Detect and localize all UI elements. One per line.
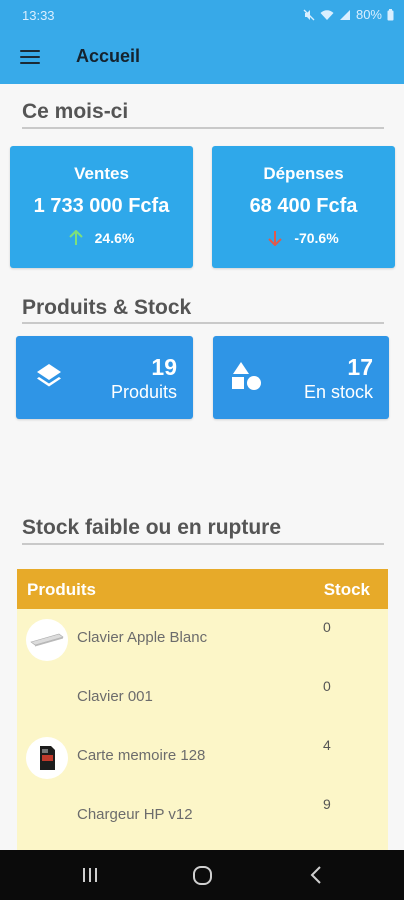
wifi-icon [320,9,334,20]
table-row[interactable]: Clavier Apple Blanc 0 [17,609,388,667]
product-name: Clavier Apple Blanc [77,629,208,646]
expenses-trend-value: -70.6% [294,230,339,246]
table-row[interactable]: Clavier 001 0 [17,668,388,726]
system-nav-bar [0,850,404,900]
sales-trend: 24.6% [10,230,193,246]
expenses-trend: -70.6% [212,230,395,246]
in-stock-count: 17 [347,354,373,380]
product-thumbnail [26,619,68,661]
column-header-stock: Stock [323,580,370,599]
products-count: 19 [151,354,177,380]
product-name: Carte memoire 128 [77,747,206,764]
product-stock: 9 [323,796,331,812]
sales-label: Ventes [74,164,129,183]
battery-percent: 80% [355,7,382,22]
battery-icon [387,8,394,20]
home-button[interactable] [191,863,215,887]
app-bar: Accueil [0,30,404,84]
product-thumbnail [26,737,68,779]
table-header: Produits Stock [17,569,388,609]
back-button[interactable] [306,863,326,887]
expenses-card[interactable]: Dépenses 68 400 Fcfa -70.6% [212,146,395,268]
column-header-product: Produits [27,580,96,599]
status-time: 13:33 [22,8,55,23]
product-stock: 0 [323,678,331,694]
products-section-title: Produits & Stock [22,296,192,319]
products-label: Produits [110,382,177,402]
product-name: Chargeur HP v12 [77,806,193,823]
shapes-icon [232,362,261,390]
sd-card-image [40,746,55,770]
in-stock-card[interactable]: 17 En stock [213,336,389,419]
signal-icon [339,9,350,20]
product-name: Clavier 001 [77,688,153,705]
low-stock-table: Produits Stock Clavier Apple Blanc 0 Cla… [17,569,388,851]
hamburger-icon [20,50,40,53]
expenses-label: Dépenses [263,164,344,183]
keyboard-image [30,633,64,647]
section-divider [22,127,384,129]
table-row[interactable]: Carte memoire 128 4 [17,727,388,785]
product-stock: 0 [323,619,331,635]
mute-icon [303,9,315,20]
menu-button[interactable] [14,44,46,70]
system-icons: 80% [303,7,394,22]
in-stock-label: En stock [303,382,373,402]
section-divider [22,543,384,545]
expenses-value: 68 400 Fcfa [249,195,358,217]
table-row[interactable]: Chargeur HP v12 9 [17,786,388,844]
low-stock-section-title: Stock faible ou en rupture [22,516,282,539]
page-title: Accueil [76,46,141,66]
layers-icon [37,364,61,387]
product-stock: 4 [323,737,331,753]
products-card[interactable]: 19 Produits [16,336,193,419]
sales-trend-value: 24.6% [94,230,135,246]
section-divider [22,322,384,324]
sales-value: 1 733 000 Fcfa [33,195,170,217]
arrow-down-icon [268,231,283,246]
sales-card[interactable]: Ventes 1 733 000 Fcfa 24.6% [10,146,193,268]
month-section-title: Ce mois-ci [22,100,129,123]
arrow-up-icon [68,230,83,245]
recent-apps-button[interactable] [80,863,100,887]
status-bar: 13:33 80% [0,0,404,30]
